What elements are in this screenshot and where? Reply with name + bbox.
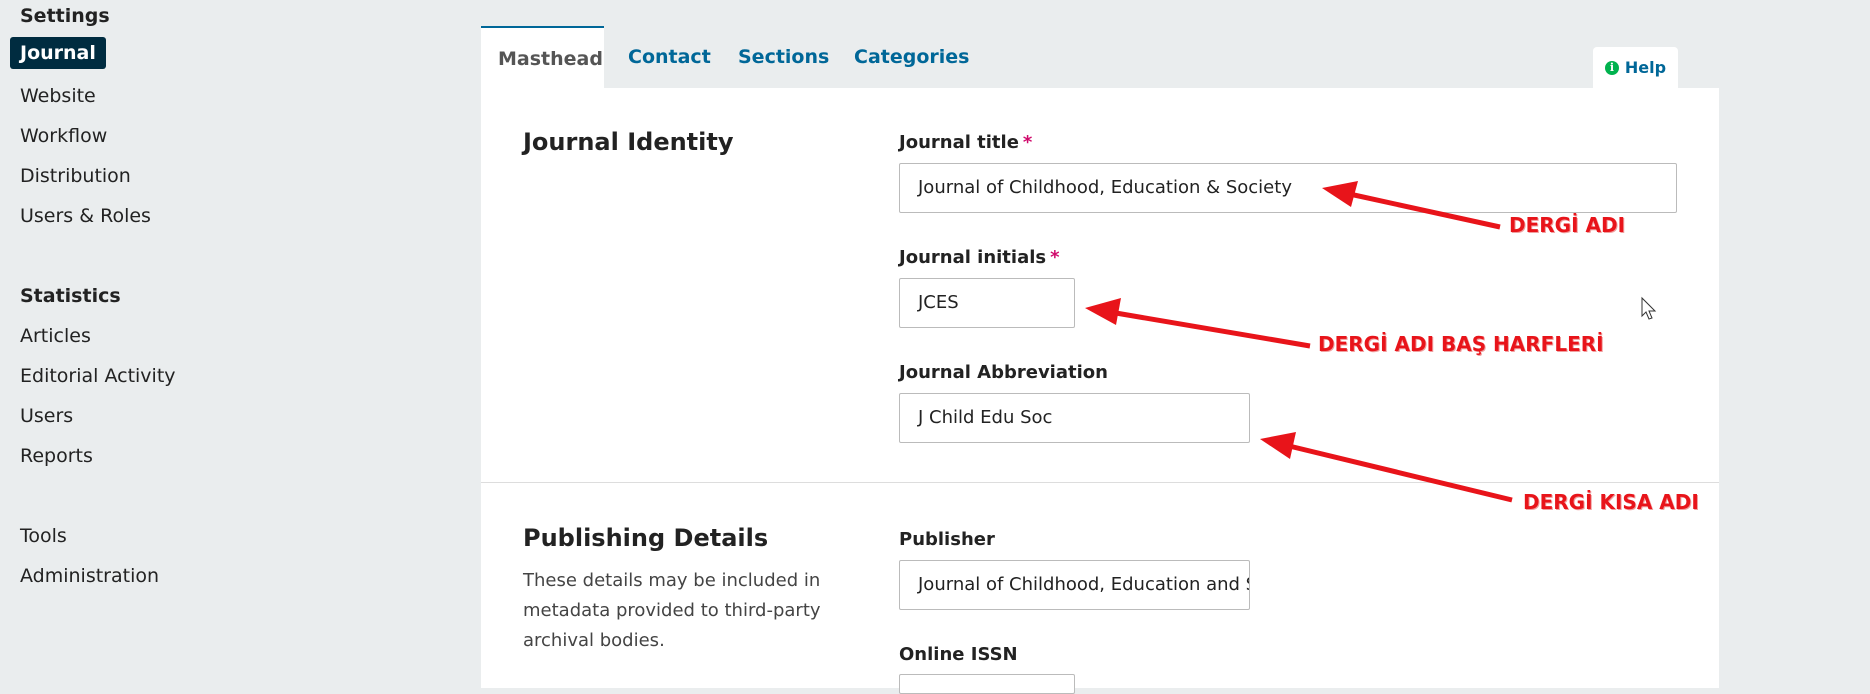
arrow-title-line — [1344, 190, 1501, 230]
arrow-abbrev-line — [1284, 442, 1513, 503]
arrow-initials-line — [1109, 309, 1311, 349]
arrow-title-head — [1322, 181, 1358, 207]
mouse-cursor-icon — [1641, 296, 1657, 320]
arrow-initials-head — [1085, 298, 1121, 325]
annotation-title-note: DERGİ ADI — [1509, 213, 1626, 237]
arrow-abbrev-head — [1260, 432, 1296, 459]
annotation-abbrev-note: DERGİ KISA ADI — [1523, 490, 1699, 514]
annotation-initials-note: DERGİ ADI BAŞ HARFLERİ — [1318, 332, 1604, 356]
